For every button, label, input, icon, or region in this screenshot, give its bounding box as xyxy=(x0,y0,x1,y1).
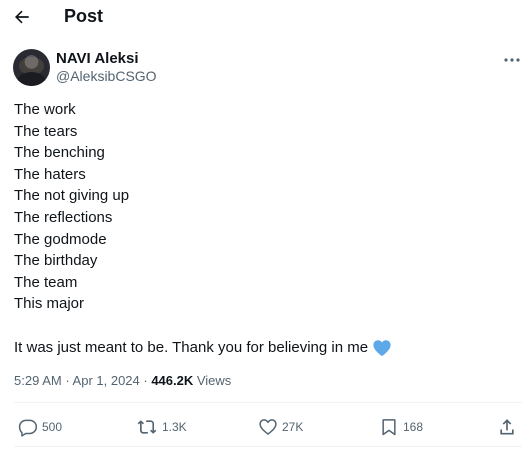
views-count: 446.2K xyxy=(151,373,194,388)
page-title: Post xyxy=(64,6,104,26)
tweet-closing-line: It was just meant to be. Thank you for b… xyxy=(14,338,392,358)
tweet-line: The haters xyxy=(14,165,86,183)
tweet-line: The godmode xyxy=(14,230,107,248)
divider xyxy=(14,402,522,403)
back-button[interactable] xyxy=(10,5,34,29)
share-icon xyxy=(500,419,514,435)
post-metadata: 5:29 AM · Apr 1, 2024 · 446.2K Views xyxy=(14,373,231,389)
more-options-button[interactable] xyxy=(500,52,524,68)
top-bar: Post xyxy=(0,0,530,36)
meta-separator: · xyxy=(139,373,152,388)
reply-button[interactable]: 500 xyxy=(18,416,62,438)
repost-count: 1.3K xyxy=(162,420,187,434)
repost-button[interactable]: 1.3K xyxy=(136,416,187,438)
avatar[interactable] xyxy=(13,49,50,86)
tweet-line: The tears xyxy=(14,122,78,140)
tweet-text: The work The tears The benching The hate… xyxy=(14,99,129,315)
author-display-name[interactable]: NAVI Aleksi xyxy=(56,50,139,68)
tweet-line: The benching xyxy=(14,144,105,162)
like-button[interactable]: 27K xyxy=(258,416,303,438)
divider xyxy=(14,446,522,447)
bookmark-button[interactable]: 168 xyxy=(379,416,423,438)
bookmark-count: 168 xyxy=(403,420,424,434)
tweet-line: The work xyxy=(14,101,76,118)
tweet-line: The team xyxy=(14,273,78,291)
repost-icon xyxy=(137,420,157,434)
reply-icon xyxy=(18,419,38,437)
tweet-closing-text: It was just meant to be. Thank you for b… xyxy=(14,339,369,356)
arrow-left-icon xyxy=(15,10,29,24)
like-count: 27K xyxy=(282,420,304,434)
tweet-line: The not giving up xyxy=(14,187,130,205)
blue-heart-icon xyxy=(372,339,392,357)
tweet-line: This major xyxy=(14,295,85,313)
heart-icon xyxy=(259,419,277,435)
meta-separator: · xyxy=(61,373,73,388)
post-date[interactable]: Apr 1, 2024 xyxy=(73,373,140,388)
bookmark-icon xyxy=(382,419,396,436)
more-horizontal-icon xyxy=(504,58,520,62)
reply-count: 500 xyxy=(42,420,63,434)
views-label: Views xyxy=(193,373,232,388)
share-button[interactable] xyxy=(497,416,517,438)
post-time[interactable]: 5:29 AM xyxy=(14,373,62,388)
tweet-line: The reflections xyxy=(14,208,113,226)
author-handle[interactable]: @AleksibCSGO xyxy=(56,68,157,85)
tweet-line: The birthday xyxy=(14,252,98,270)
